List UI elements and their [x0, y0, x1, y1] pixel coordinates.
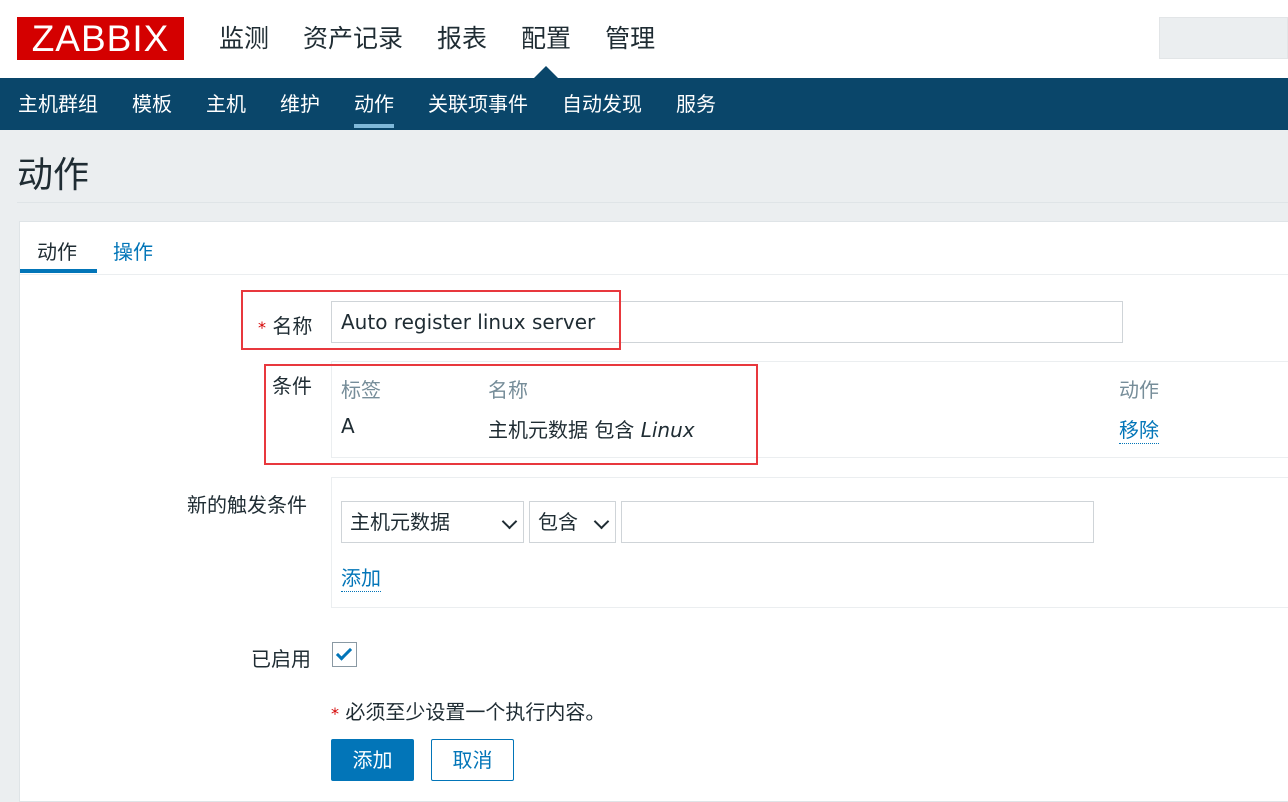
- tab-operations[interactable]: 操作: [113, 236, 153, 265]
- cancel-button[interactable]: 取消: [431, 739, 514, 781]
- condition-tag: A: [341, 414, 355, 438]
- action-form-panel: 动作 操作 * 名称 Auto register linux server 条件…: [19, 221, 1288, 802]
- form-tabs: 动作 操作: [20, 222, 1288, 275]
- add-condition-link[interactable]: 添加: [341, 562, 381, 592]
- condition-name-prefix: 主机元数据 包含: [488, 418, 635, 442]
- chevron-down-icon: [593, 513, 610, 530]
- sub-menu-item-actions[interactable]: 动作: [354, 78, 394, 130]
- condition-type-value: 主机元数据: [350, 510, 450, 534]
- conditions-label: 条件: [272, 374, 312, 398]
- add-button[interactable]: 添加: [331, 739, 414, 781]
- main-menu-item-inventory[interactable]: 资产记录: [303, 0, 403, 78]
- conditions-header-name: 名称: [488, 378, 528, 402]
- zabbix-logo[interactable]: ZABBIX: [17, 17, 184, 60]
- sub-menu-item-discovery[interactable]: 自动发现: [562, 78, 642, 130]
- chevron-down-icon: [501, 513, 518, 530]
- required-mark: *: [258, 318, 266, 337]
- name-input[interactable]: Auto register linux server: [331, 301, 1123, 343]
- name-label: 名称: [272, 314, 313, 338]
- tab-action[interactable]: 动作: [37, 236, 77, 265]
- condition-operator-value: 包含: [538, 510, 578, 534]
- top-header: ZABBIX 监测 资产记录 报表 配置 管理: [0, 0, 1288, 78]
- condition-name: 主机元数据 包含 Linux: [488, 414, 695, 443]
- enabled-label: 已启用: [251, 647, 311, 671]
- sub-menu-item-services[interactable]: 服务: [676, 78, 716, 130]
- required-operation-note: * 必须至少设置一个执行内容。: [331, 696, 605, 725]
- sub-menu-item-maintenance[interactable]: 维护: [280, 78, 320, 130]
- title-divider: [17, 202, 1288, 203]
- main-menu-item-configuration[interactable]: 配置: [521, 0, 571, 78]
- remove-condition-link[interactable]: 移除: [1119, 414, 1159, 444]
- new-condition-label: 新的触发条件: [187, 493, 307, 517]
- sub-menu-item-hosts[interactable]: 主机: [206, 78, 246, 130]
- main-menu-item-administration[interactable]: 管理: [605, 0, 655, 78]
- required-mark: *: [331, 704, 339, 723]
- main-menu-item-reports[interactable]: 报表: [437, 0, 487, 78]
- condition-operator-select[interactable]: 包含: [529, 501, 616, 543]
- global-search-input[interactable]: [1159, 17, 1288, 59]
- sub-menu-item-templates[interactable]: 模板: [132, 78, 172, 130]
- conditions-table: 标签 名称 动作 A 主机元数据 包含 Linux 移除: [331, 361, 1288, 458]
- sub-menu: 主机群组 模板 主机 维护 动作 关联项事件 自动发现 服务: [0, 78, 1288, 130]
- conditions-header-action: 动作: [1119, 378, 1159, 402]
- main-menu-item-monitoring[interactable]: 监测: [219, 0, 269, 78]
- note-text: 必须至少设置一个执行内容。: [345, 700, 606, 724]
- page-title: 动作: [17, 155, 90, 196]
- conditions-header-tag: 标签: [341, 378, 381, 402]
- sub-menu-item-host-groups[interactable]: 主机群组: [18, 78, 98, 130]
- sub-menu-item-event-correlation[interactable]: 关联项事件: [428, 78, 528, 130]
- new-condition-box: 主机元数据 包含 添加: [331, 477, 1288, 608]
- active-tab-indicator: [20, 269, 97, 273]
- checkmark-icon: [335, 644, 353, 661]
- main-menu: 监测 资产记录 报表 配置 管理: [219, 0, 689, 78]
- enabled-checkbox[interactable]: [332, 642, 357, 667]
- condition-type-select[interactable]: 主机元数据: [341, 501, 524, 543]
- name-label-row: * 名称: [258, 310, 312, 339]
- condition-name-value: Linux: [640, 418, 695, 442]
- condition-value-input[interactable]: [621, 501, 1094, 543]
